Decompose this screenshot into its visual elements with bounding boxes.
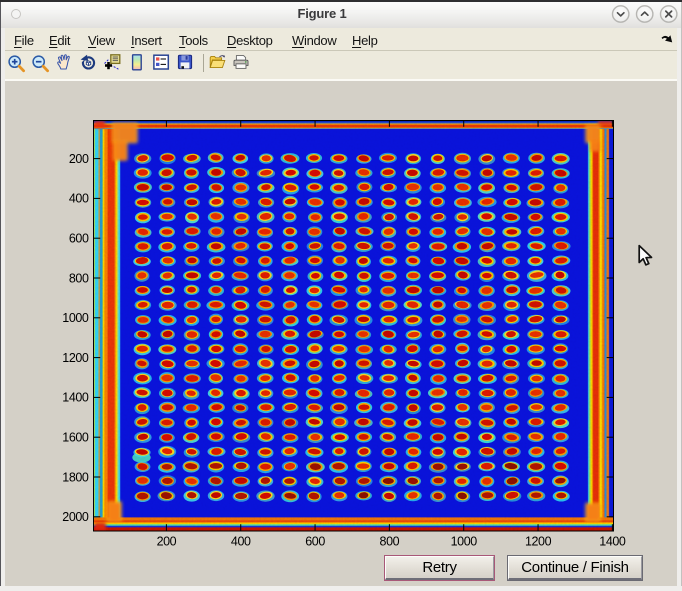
svg-text:1400: 1400: [599, 535, 626, 549]
svg-text:1000: 1000: [451, 535, 478, 549]
svg-text:400: 400: [69, 192, 89, 206]
svg-text:600: 600: [305, 535, 325, 549]
svg-text:200: 200: [157, 535, 177, 549]
svg-text:800: 800: [69, 271, 89, 285]
svg-text:1000: 1000: [62, 311, 89, 325]
svg-text:1800: 1800: [62, 470, 89, 484]
svg-text:1600: 1600: [62, 431, 89, 445]
svg-text:2000: 2000: [62, 510, 89, 524]
svg-text:400: 400: [231, 535, 251, 549]
svg-text:800: 800: [380, 535, 400, 549]
svg-text:1200: 1200: [62, 351, 89, 365]
svg-text:200: 200: [69, 152, 89, 166]
svg-text:1400: 1400: [62, 391, 89, 405]
svg-text:600: 600: [69, 232, 89, 246]
svg-text:1200: 1200: [525, 535, 552, 549]
